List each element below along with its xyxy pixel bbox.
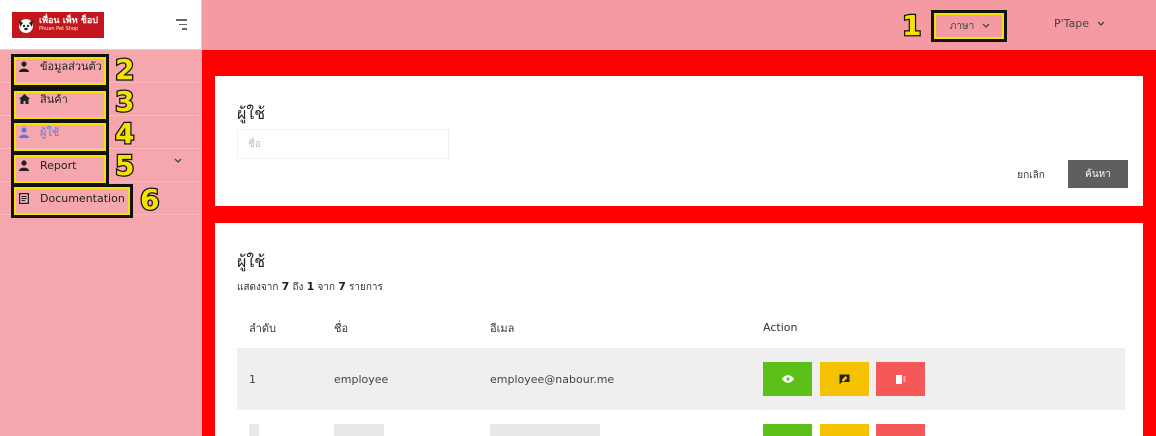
edit-button[interactable] xyxy=(819,362,869,397)
delete-button[interactable] xyxy=(876,362,925,397)
edit-message-icon xyxy=(839,374,849,385)
sidebar-item-label: ผู้ใช้ xyxy=(40,126,60,139)
results-summary: แสดงจาก 7 ถึง 1 จาก 7 รายการ xyxy=(237,280,383,293)
eye-icon xyxy=(781,375,794,383)
column-header-order: ลำดับ xyxy=(237,308,334,349)
cell-actions xyxy=(763,348,1125,410)
delete-icon xyxy=(896,374,906,384)
table-header-row: ลำดับ ชื่อ อีเมล Action xyxy=(237,308,1125,349)
sidebar-item-profile[interactable]: ข้อมูลส่วนตัว xyxy=(0,50,202,83)
sidebar-item-label: Documentation xyxy=(40,191,125,205)
person-icon xyxy=(18,159,30,171)
sidebar: เพื่อน เพ็ท ช็อป Phuan Pet Shop ข้อมูลส่… xyxy=(0,0,202,436)
user-name: P'Tape xyxy=(1054,17,1090,30)
user-menu[interactable]: P'Tape xyxy=(1054,17,1105,30)
sidebar-item-label: Report xyxy=(40,158,77,172)
brand-logo[interactable]: เพื่อน เพ็ท ช็อป Phuan Pet Shop xyxy=(12,11,104,38)
language-select[interactable]: ภาษา xyxy=(933,12,1007,40)
sidebar-item-documentation[interactable]: Documentation xyxy=(0,182,202,215)
sidebar-item-users[interactable]: ผู้ใช้ xyxy=(0,116,202,149)
column-header-name: ชื่อ xyxy=(334,308,490,349)
cell-actions xyxy=(763,410,1125,436)
cell-name: employee xyxy=(334,348,490,410)
user-list-card: ผู้ใช้ แสดงจาก 7 ถึง 1 จาก 7 รายการ ลำดั… xyxy=(215,223,1143,436)
cell-email: employee@nabour.me xyxy=(490,348,763,410)
sidebar-item-label: สินค้า xyxy=(40,93,68,106)
column-header-action: Action xyxy=(763,308,1125,349)
sidebar-item-report[interactable]: Report xyxy=(0,149,202,182)
sidebar-item-products[interactable]: สินค้า xyxy=(0,83,202,116)
view-button[interactable] xyxy=(763,424,812,436)
sidebar-brand-bar: เพื่อน เพ็ท ช็อป Phuan Pet Shop xyxy=(0,0,202,50)
sidebar-menu: ข้อมูลส่วนตัว สินค้า ผู้ใช้ Report Docum… xyxy=(0,50,202,215)
name-search-input[interactable] xyxy=(237,129,449,159)
chevron-down-icon xyxy=(982,23,990,28)
edit-button[interactable] xyxy=(819,424,869,436)
cancel-button[interactable]: ยกเลิก xyxy=(1005,164,1057,186)
home-icon xyxy=(18,93,30,105)
chevron-down-icon xyxy=(1097,21,1105,26)
logo-sub-text: Phuan Pet Shop xyxy=(39,26,79,32)
delete-button[interactable] xyxy=(876,424,925,436)
logo-main-text: เพื่อน เพ็ท ช็อป xyxy=(39,16,99,26)
column-header-email: อีเมล xyxy=(490,308,763,349)
dog-logo-icon xyxy=(19,18,33,33)
sidebar-item-label: ข้อมูลส่วนตัว xyxy=(40,60,102,73)
language-label: ภาษา xyxy=(949,20,975,32)
chevron-down-icon[interactable] xyxy=(174,158,182,164)
top-header: ภาษา P'Tape xyxy=(202,0,1156,50)
main-content: ผู้ใช้ ยกเลิก ค้นหา ผู้ใช้ แสดงจาก 7 ถึง… xyxy=(202,50,1156,436)
view-button[interactable] xyxy=(763,362,812,397)
table-row: 1 employee employee@nabour.me xyxy=(237,348,1125,410)
search-card: ผู้ใช้ ยกเลิก ค้นหา xyxy=(215,76,1143,206)
list-card-title: ผู้ใช้ xyxy=(237,252,266,271)
person-icon xyxy=(18,60,30,72)
cell-order: 1 xyxy=(237,348,334,410)
user-table: ลำดับ ชื่อ อีเมล Action 1 employee emplo… xyxy=(237,308,1125,436)
person-icon xyxy=(18,126,30,138)
table-row xyxy=(237,410,1125,436)
document-icon xyxy=(18,192,30,204)
search-button[interactable]: ค้นหา xyxy=(1068,160,1128,188)
search-card-title: ผู้ใช้ xyxy=(237,104,266,123)
menu-toggle-icon[interactable] xyxy=(176,19,187,30)
